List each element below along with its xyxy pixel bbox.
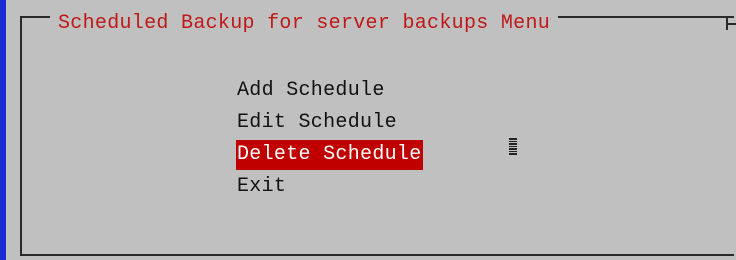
menu-item-label: Edit Schedule [237, 111, 397, 134]
terminal-screen: Scheduled Backup for server backups Menu… [0, 0, 736, 260]
text-cursor-icon [509, 138, 517, 155]
menu-item-label: Add Schedule [237, 79, 385, 102]
menu-item-label: Exit [237, 175, 287, 198]
menu-item-delete-schedule[interactable]: Delete Schedule [236, 140, 423, 172]
menu-item-label: Delete Schedule [236, 140, 423, 170]
menu-item-add-schedule[interactable]: Add Schedule [236, 76, 423, 108]
menu-list: Add Schedule Edit Schedule Delete Schedu… [236, 76, 423, 204]
frame-right-tick-h [726, 23, 736, 25]
menu-title: Scheduled Backup for server backups Menu [50, 10, 559, 38]
menu-item-exit[interactable]: Exit [236, 172, 423, 204]
window-left-edge [0, 0, 6, 260]
menu-item-edit-schedule[interactable]: Edit Schedule [236, 108, 423, 140]
